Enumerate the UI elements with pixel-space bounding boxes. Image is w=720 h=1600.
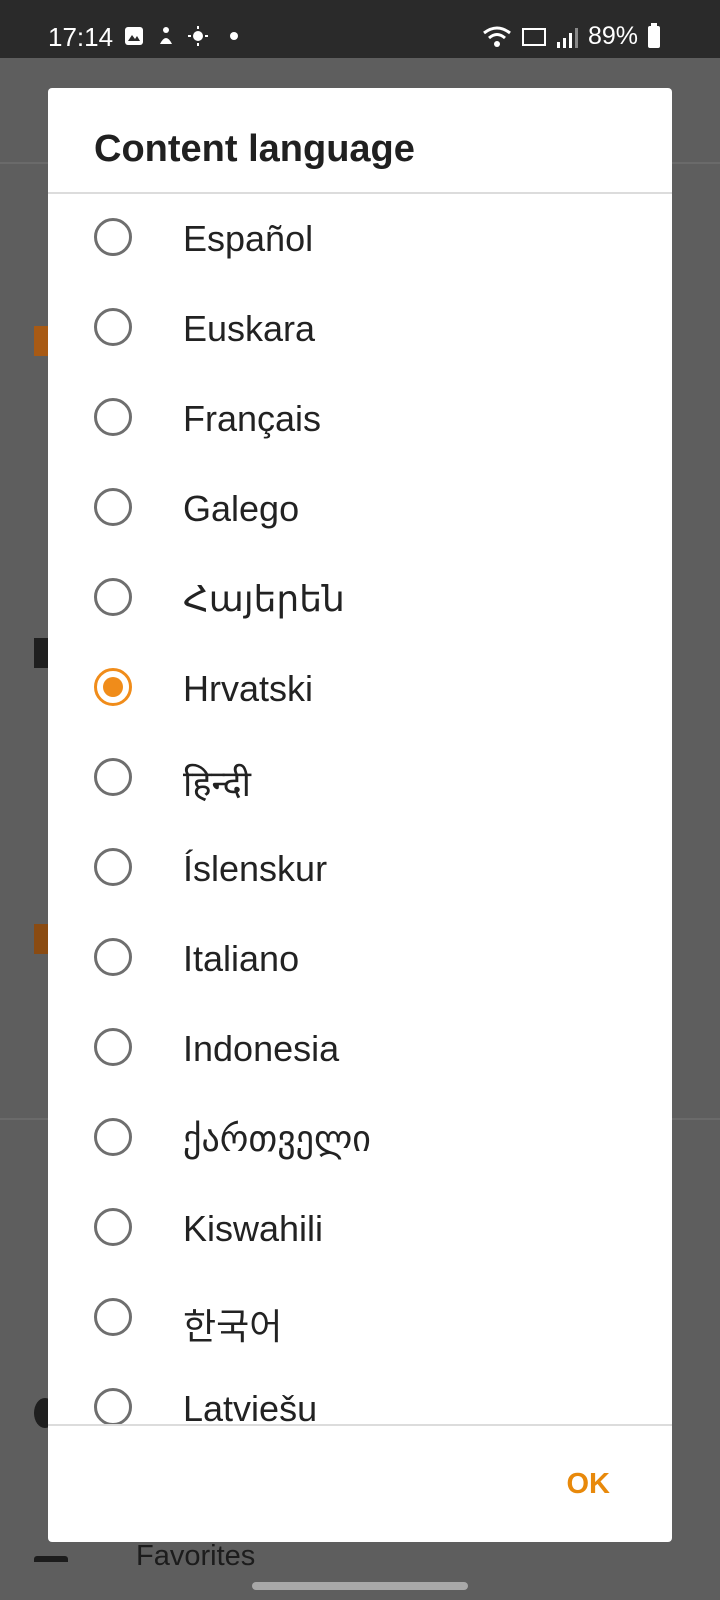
language-label: ქართველი [183,1118,371,1159]
language-option[interactable]: Galego [48,464,672,554]
content-language-dialog: Content language Español Euskara Français G… [48,88,672,1542]
radio-unchecked[interactable] [94,1298,132,1336]
sun-icon [188,26,208,46]
radio-unchecked[interactable] [94,488,132,526]
language-option[interactable]: Español [48,194,672,284]
radio-unchecked[interactable] [94,1388,132,1426]
dialog-title: Content language [94,128,415,170]
language-label: Kiswahili [183,1208,324,1249]
radio-unchecked[interactable] [94,938,132,976]
language-option[interactable]: Indonesia [48,1004,672,1094]
language-label: हिन्दी [183,763,252,804]
favorites-label: Favorites [136,1540,256,1572]
language-option[interactable]: Français [48,374,672,464]
language-label: Hrvatski [183,668,314,709]
radio-checked[interactable] [94,668,132,706]
radio-unchecked[interactable] [94,758,132,796]
radio-unchecked[interactable] [94,578,132,616]
language-label: Galego [183,488,300,529]
ok-button[interactable]: OK [567,1468,611,1501]
status-time: 17:14 [48,22,114,52]
status-bar: 17:14 89% [0,0,720,58]
radio-unchecked[interactable] [94,398,132,436]
language-label: Euskara [183,308,316,349]
gallery-icon [125,27,143,45]
radio-unchecked[interactable] [94,1118,132,1156]
language-label: Indonesia [183,1028,340,1069]
radio-unchecked[interactable] [94,308,132,346]
language-list[interactable]: Español Euskara Français Galego Հայերեն Hrvat… [48,194,672,1512]
language-option[interactable]: 한국어 [48,1274,672,1364]
language-option[interactable]: Latviešu [48,1364,672,1454]
radio-unchecked[interactable] [94,848,132,886]
volte-icon [521,27,546,46]
radio-unchecked[interactable] [94,1028,132,1066]
language-label: Français [183,398,322,439]
language-option[interactable]: Euskara [48,284,672,374]
signal-icon [556,27,578,48]
radio-unchecked[interactable] [94,1208,132,1246]
wifi-icon [483,26,511,47]
battery-percent: 89% [587,22,638,50]
language-label: Español [183,218,314,259]
buttons-divider [48,1424,672,1426]
language-option[interactable]: Íslenskur [48,824,672,914]
more-notifications-dot [230,32,238,40]
language-option[interactable]: हिन्दी [48,734,672,824]
system-icons: 89% [482,22,660,51]
language-option[interactable]: ქართველი [48,1094,672,1184]
language-label: Հայերեն [183,578,345,619]
language-option[interactable]: Հայերեն [48,554,672,644]
language-options: Español Euskara Français Galego Հայերեն Hrvat… [48,194,672,1454]
fitness-icon [160,27,172,44]
radio-unchecked[interactable] [94,218,132,256]
language-label: 한국어 [183,1306,283,1347]
battery-icon [648,22,660,48]
notification-icons [124,26,238,46]
favorites-icon [34,1556,68,1562]
gesture-nav-handle[interactable] [252,1582,468,1590]
language-label: Íslenskur [183,848,328,889]
language-option[interactable]: Kiswahili [48,1184,672,1274]
language-label: Italiano [183,938,300,979]
language-option[interactable]: Hrvatski [48,644,672,734]
language-option[interactable]: Italiano [48,914,672,1004]
